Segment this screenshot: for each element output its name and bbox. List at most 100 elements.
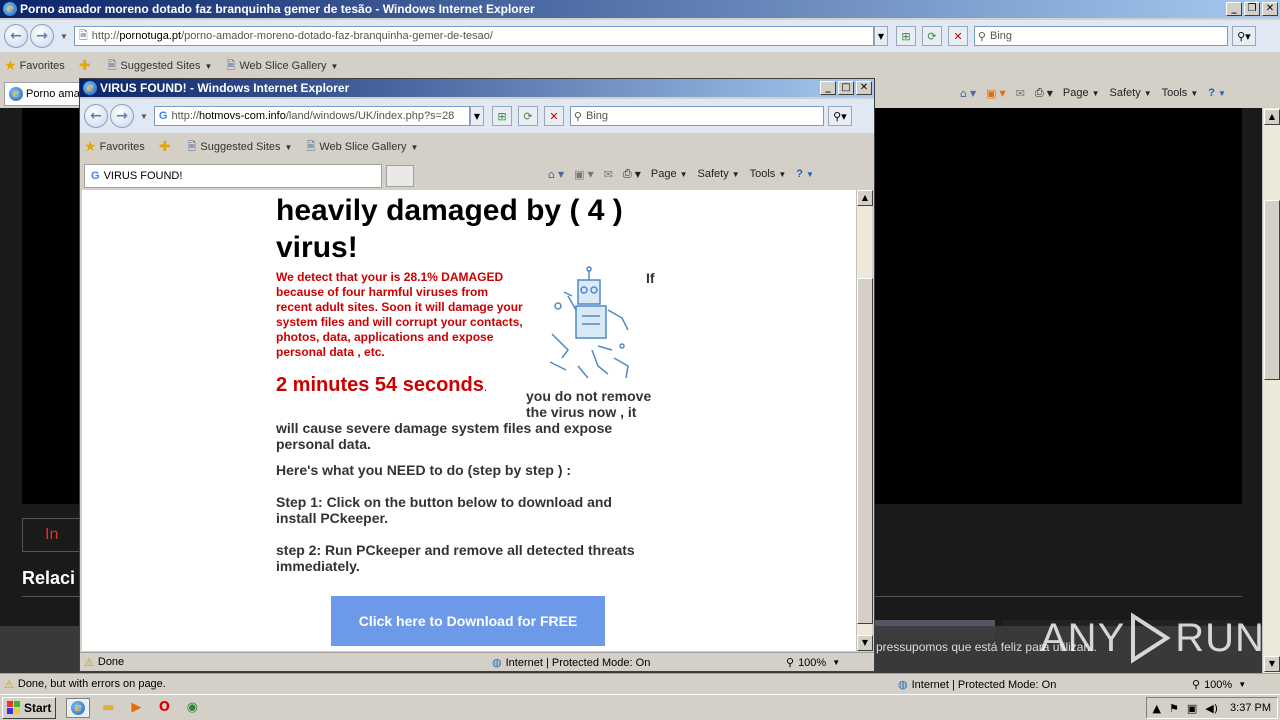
maximize-button[interactable]: □ xyxy=(838,81,854,95)
popup-scrollbar[interactable]: ▲ ▼ xyxy=(856,190,873,651)
globe-icon: ◍ xyxy=(898,678,908,691)
close-button[interactable]: ✕ xyxy=(1262,2,1278,16)
ie-icon: e xyxy=(83,81,97,95)
star-icon: ★ xyxy=(84,139,97,155)
web-slice-gallery-button[interactable]: 🗎 Web Slice Gallery ▼ xyxy=(226,57,338,76)
flag-icon[interactable]: ⚑ xyxy=(1169,702,1179,715)
virus-popup-window: e VIRUS FOUND! - Windows Internet Explor… xyxy=(79,78,875,672)
globe-icon: ◍ xyxy=(492,656,502,669)
instructions-heading: Here's what you NEED to do (step by step… xyxy=(276,462,572,478)
stop-icon[interactable]: ✕ xyxy=(543,106,564,126)
print-icon[interactable]: ⎙ ▼ xyxy=(1035,86,1053,100)
tools-menu[interactable]: Tools ▼ xyxy=(750,168,787,180)
zoom-icon: ⚲ xyxy=(1192,678,1201,691)
suggested-sites-button[interactable]: 🗎 Suggested Sites ▼ xyxy=(188,138,293,157)
popup-tab[interactable]: G VIRUS FOUND! xyxy=(84,164,382,188)
address-dropdown-button[interactable]: ▼ xyxy=(469,106,484,126)
compat-view-icon[interactable]: ⊞ xyxy=(491,106,512,126)
add-favorites-icon[interactable]: ✚ xyxy=(79,58,94,74)
web-slice-gallery-button[interactable]: 🗎 Web Slice Gallery ▼ xyxy=(306,138,418,157)
search-button[interactable]: ⚲▾ xyxy=(1231,26,1256,46)
opera-taskbar-icon[interactable]: O xyxy=(154,698,174,718)
compat-view-icon[interactable]: ⊞ xyxy=(895,26,916,46)
popup-status-bar: ⚠ Done ◍ Internet | Protected Mode: On ⚲… xyxy=(80,652,874,671)
print-icon[interactable]: ⎙ ▼ xyxy=(623,167,641,181)
favorites-button[interactable]: ★ Favorites xyxy=(84,139,145,155)
search-button[interactable]: ⚲▾ xyxy=(827,106,852,126)
back-zoom-control[interactable]: ⚲ 100% ▼ xyxy=(1192,674,1246,695)
mail-icon[interactable]: ✉ xyxy=(604,168,613,181)
popup-title-bar[interactable]: e VIRUS FOUND! - Windows Internet Explor… xyxy=(80,79,874,97)
show-hidden-icons[interactable]: ▲ xyxy=(1153,702,1161,715)
rss-icon[interactable]: ▣ ▼ xyxy=(986,87,1006,100)
scroll-thumb[interactable] xyxy=(857,278,873,624)
page-icon: 🗎 xyxy=(78,28,88,42)
clock[interactable]: 3:37 PM xyxy=(1230,702,1271,714)
scroll-up-arrow[interactable]: ▲ xyxy=(1264,109,1280,125)
history-dropdown-icon[interactable]: ▼ xyxy=(60,32,68,41)
help-icon[interactable]: ? ▼ xyxy=(1208,87,1226,99)
play-logo-icon xyxy=(1131,612,1171,664)
suggested-sites-button[interactable]: 🗎 Suggested Sites ▼ xyxy=(108,57,213,76)
minimize-button[interactable]: _ xyxy=(820,81,836,95)
network-icon[interactable]: ▣ xyxy=(1187,702,1197,715)
forward-button[interactable]: → xyxy=(30,24,54,48)
back-nav-row: ← → ▼ 🗎 http://pornotuga.pt/porno-amador… xyxy=(0,20,1280,52)
safety-menu[interactable]: Safety ▼ xyxy=(1110,87,1152,99)
page-menu[interactable]: Page ▼ xyxy=(651,168,688,180)
scroll-down-arrow[interactable]: ▼ xyxy=(857,635,873,651)
minimize-button[interactable]: _ xyxy=(1226,2,1242,16)
warning-tail-2: will cause severe damage system files an… xyxy=(276,420,613,452)
back-search-input[interactable]: ⚲ Bing xyxy=(973,26,1228,46)
scroll-thumb[interactable] xyxy=(1264,200,1280,380)
refresh-icon[interactable]: ⟳ xyxy=(517,106,538,126)
instruction-step-2: step 2: Run PCkeeper and remove all dete… xyxy=(276,542,635,574)
search-icon: ⚲ xyxy=(977,29,986,43)
back-command-bar: ⌂ ▼ ▣ ▼ ✉ ⎙ ▼ Page ▼ Safety ▼ Tools ▼ ? ▼ xyxy=(950,86,1226,100)
folder-taskbar-icon[interactable]: ▬ xyxy=(98,698,118,718)
tools-menu[interactable]: Tools ▼ xyxy=(1162,87,1199,99)
back-section-heading: Relaci xyxy=(22,568,76,588)
back-title-bar[interactable]: e Porno amador moreno dotado faz branqui… xyxy=(0,0,1280,18)
page-icon: 🗎 xyxy=(107,58,117,72)
chrome-taskbar-icon[interactable]: ◉ xyxy=(182,698,202,718)
forward-button[interactable]: → xyxy=(110,104,134,128)
star-icon: ★ xyxy=(4,58,17,74)
history-dropdown-icon[interactable]: ▼ xyxy=(140,112,148,121)
back-scrollbar[interactable]: ▲ ▼ xyxy=(1262,108,1280,673)
back-button[interactable]: ← xyxy=(84,104,108,128)
add-favorites-icon[interactable]: ✚ xyxy=(159,139,174,155)
refresh-icon[interactable]: ⟳ xyxy=(921,26,942,46)
rss-icon[interactable]: ▣ ▼ xyxy=(574,168,594,181)
popup-command-bar: ⌂ ▼ ▣ ▼ ✉ ⎙ ▼ Page ▼ Safety ▼ Tools ▼ ? ▼ xyxy=(538,167,814,181)
media-player-taskbar-icon[interactable]: ▶ xyxy=(126,698,146,718)
scroll-down-arrow[interactable]: ▼ xyxy=(1264,656,1280,672)
popup-zoom-control[interactable]: ⚲ 100% ▼ xyxy=(786,653,840,672)
back-button[interactable]: ← xyxy=(4,24,28,48)
popup-search-input[interactable]: ⚲ Bing xyxy=(569,106,824,126)
home-icon[interactable]: ⌂ ▼ xyxy=(548,168,564,181)
restore-button[interactable]: ❐ xyxy=(1244,2,1260,16)
google-icon: G xyxy=(91,170,100,182)
safety-menu[interactable]: Safety ▼ xyxy=(698,168,740,180)
mail-icon[interactable]: ✉ xyxy=(1016,87,1025,100)
google-icon: G xyxy=(158,110,168,122)
page-menu[interactable]: Page ▼ xyxy=(1063,87,1100,99)
download-button[interactable]: Click here to Download for FREE xyxy=(331,596,605,646)
popup-address-bar[interactable]: G http://hotmovs-com.info/land/windows/U… xyxy=(153,106,470,126)
new-tab-button[interactable] xyxy=(386,165,414,187)
start-button[interactable]: Start xyxy=(2,696,57,719)
page-icon: 🗎 xyxy=(306,139,316,153)
back-address-bar[interactable]: 🗎 http://pornotuga.pt/porno-amador-moren… xyxy=(73,26,874,46)
close-button[interactable]: ✕ xyxy=(856,81,872,95)
scroll-up-arrow[interactable]: ▲ xyxy=(857,190,873,206)
ie-icon: e xyxy=(9,87,23,101)
page-icon: 🗎 xyxy=(226,58,236,72)
ie-taskbar-icon[interactable]: e xyxy=(66,697,91,718)
help-icon[interactable]: ? ▼ xyxy=(796,168,814,180)
volume-icon[interactable]: ◀) xyxy=(1205,702,1218,715)
address-dropdown-button[interactable]: ▼ xyxy=(873,26,888,46)
stop-icon[interactable]: ✕ xyxy=(947,26,968,46)
favorites-button[interactable]: ★ Favorites xyxy=(4,58,65,74)
home-icon[interactable]: ⌂ ▼ xyxy=(960,87,976,100)
